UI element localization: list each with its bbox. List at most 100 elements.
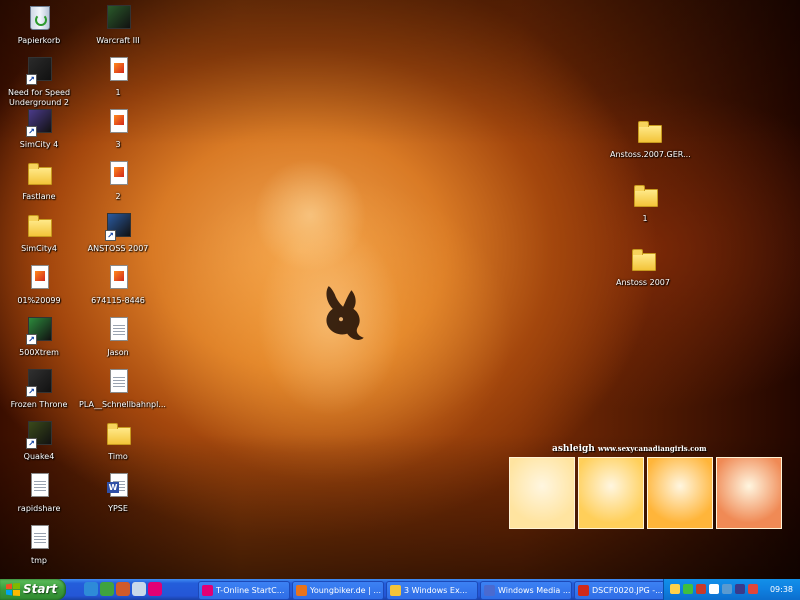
desktop-icon[interactable]: 1 — [79, 54, 157, 98]
desktop-icon[interactable]: ↗ SimCity 4 — [0, 106, 78, 150]
image-file-icon — [23, 262, 55, 294]
desktop-icon-label: tmp — [30, 556, 47, 565]
messenger-icon[interactable] — [100, 582, 114, 596]
taskbar-button[interactable]: Windows Media ... — [480, 581, 572, 600]
t-online-icon[interactable] — [148, 582, 162, 596]
desktop-icon-label: 01%20099 — [17, 296, 61, 305]
desktop-icon-label: Timo — [108, 452, 128, 461]
tray-icon[interactable] — [683, 584, 693, 594]
desktop-icon[interactable]: 01%20099 — [0, 262, 78, 306]
firefox-icon — [296, 585, 307, 596]
desktop-icon[interactable]: Anstoss.2007.GER... — [610, 116, 691, 160]
desktop[interactable]: ashleigh www.sexycanadiangirls.com Papier… — [0, 0, 800, 579]
taskbar-button-label: 3 Windows Ex... — [404, 586, 468, 595]
desktop-icon[interactable]: Fastlane — [0, 158, 78, 202]
tray-icon[interactable] — [709, 584, 719, 594]
taskbar-button-label: Windows Media ... — [498, 586, 571, 595]
shortcut-arrow-icon: ↗ — [26, 386, 37, 397]
text-file-icon — [23, 470, 55, 502]
desktop-icon-label: YPSE — [108, 504, 128, 513]
desktop-icon[interactable]: Warcraft III — [79, 2, 157, 46]
simcity-icon: ↗ — [23, 106, 55, 138]
banner-url: www.sexycanadiangirls.com — [597, 444, 707, 453]
folder-icon — [390, 585, 401, 596]
show-desktop-icon[interactable] — [132, 582, 146, 596]
wallpaper-thumbnail — [509, 457, 575, 529]
desktop-icon[interactable]: Anstoss 2007 — [604, 244, 682, 288]
wallpaper-thumbnails — [509, 457, 783, 529]
desktop-icon-label: Quake4 — [23, 452, 55, 461]
desktop-icon[interactable]: Jason — [79, 314, 157, 358]
desktop-icon[interactable]: ↗ 500Xtrem — [0, 314, 78, 358]
desktop-icon[interactable]: W YPSE — [79, 470, 157, 514]
taskbar-button-label: Youngbiker.de | ... — [310, 586, 382, 595]
wallpaper-thumbnail — [578, 457, 644, 529]
folder-icon — [627, 244, 659, 276]
desktop-icon-label: 500Xtrem — [19, 348, 59, 357]
shortcut-arrow-icon: ↗ — [26, 334, 37, 345]
shortcut-arrow-icon: ↗ — [26, 126, 37, 137]
desktop-icon-label: Frozen Throne — [10, 400, 68, 409]
recycle-bin-icon — [23, 2, 55, 34]
quake4-icon: ↗ — [23, 418, 55, 450]
banner-name: ashleigh — [552, 444, 595, 454]
nfs-icon: ↗ — [23, 54, 55, 86]
text-file-icon — [23, 522, 55, 554]
clock[interactable]: 09:38 — [770, 579, 793, 600]
bunny-logo — [326, 286, 364, 340]
word-document-icon: W — [102, 470, 134, 502]
desktop-icon[interactable]: ↗ Quake4 — [0, 418, 78, 462]
desktop-icon-label: 1 — [115, 88, 121, 97]
desktop-icon-label: ANSTOSS 2007 — [87, 244, 149, 253]
folder-icon — [633, 116, 665, 148]
desktop-icon[interactable]: ↗ ANSTOSS 2007 — [79, 210, 157, 254]
taskbar-button-label: T-Online StartC... — [216, 586, 285, 595]
start-button[interactable]: Start — [0, 579, 66, 600]
shortcut-arrow-icon: ↗ — [105, 230, 116, 241]
desktop-icon[interactable]: 1 — [606, 180, 684, 224]
taskbar: Start T-Online StartC... Youngbiker.de | … — [0, 579, 800, 600]
desktop-icon[interactable]: Papierkorb — [0, 2, 78, 46]
desktop-icon[interactable]: SimCity4 — [0, 210, 78, 254]
wallpaper-banner: ashleigh www.sexycanadiangirls.com — [552, 444, 707, 454]
desktop-icon-label: Fastlane — [22, 192, 56, 201]
desktop-icon[interactable]: ↗ Need for Speed Underground 2 — [0, 54, 78, 108]
tray-icon[interactable] — [722, 584, 732, 594]
desktop-icon-label: Papierkorb — [17, 36, 61, 45]
desktop-icon[interactable]: Timo — [79, 418, 157, 462]
tray-icon[interactable] — [670, 584, 680, 594]
tray-icon[interactable] — [735, 584, 745, 594]
desktop-icon[interactable]: ↗ Frozen Throne — [0, 366, 78, 410]
desktop-icon[interactable]: tmp — [0, 522, 78, 566]
desktop-icon-label: 1 — [642, 214, 648, 223]
folder-icon — [102, 418, 134, 450]
image-file-icon — [102, 262, 134, 294]
windows-flag-icon — [6, 583, 20, 596]
frozen-throne-icon: ↗ — [23, 366, 55, 398]
desktop-icon-label: Jason — [107, 348, 129, 357]
desktop-icon-label: 3 — [115, 140, 121, 149]
folder-icon — [23, 158, 55, 190]
document-icon — [102, 366, 134, 398]
desktop-icon[interactable]: rapidshare — [0, 470, 78, 514]
desktop-icon-label: Need for Speed Underground 2 — [7, 88, 71, 107]
windows-media-icon[interactable] — [116, 582, 130, 596]
text-file-icon — [102, 314, 134, 346]
desktop-icon-label: 674115-8446 — [91, 296, 145, 305]
desktop-icon[interactable]: PLA__Schnellbahnpl... — [79, 366, 166, 410]
taskbar-button[interactable]: T-Online StartC... — [198, 581, 290, 600]
desktop-icon[interactable]: 674115-8446 — [79, 262, 157, 306]
taskbar-button[interactable]: DSCF0020.JPG -... — [574, 581, 666, 600]
taskbar-button[interactable]: Youngbiker.de | ... — [292, 581, 384, 600]
tray-icon[interactable] — [748, 584, 758, 594]
image-viewer-icon — [578, 585, 589, 596]
desktop-icon[interactable]: 3 — [79, 106, 157, 150]
desktop-icon-label: PLA__Schnellbahnpl... — [79, 400, 166, 409]
ie-icon[interactable] — [84, 582, 98, 596]
wallpaper-thumbnail — [716, 457, 782, 529]
anstoss-icon: ↗ — [102, 210, 134, 242]
taskbar-button[interactable]: 3 Windows Ex... — [386, 581, 478, 600]
taskbar-button-label: DSCF0020.JPG -... — [592, 586, 663, 595]
tray-icon[interactable] — [696, 584, 706, 594]
desktop-icon[interactable]: 2 — [79, 158, 157, 202]
